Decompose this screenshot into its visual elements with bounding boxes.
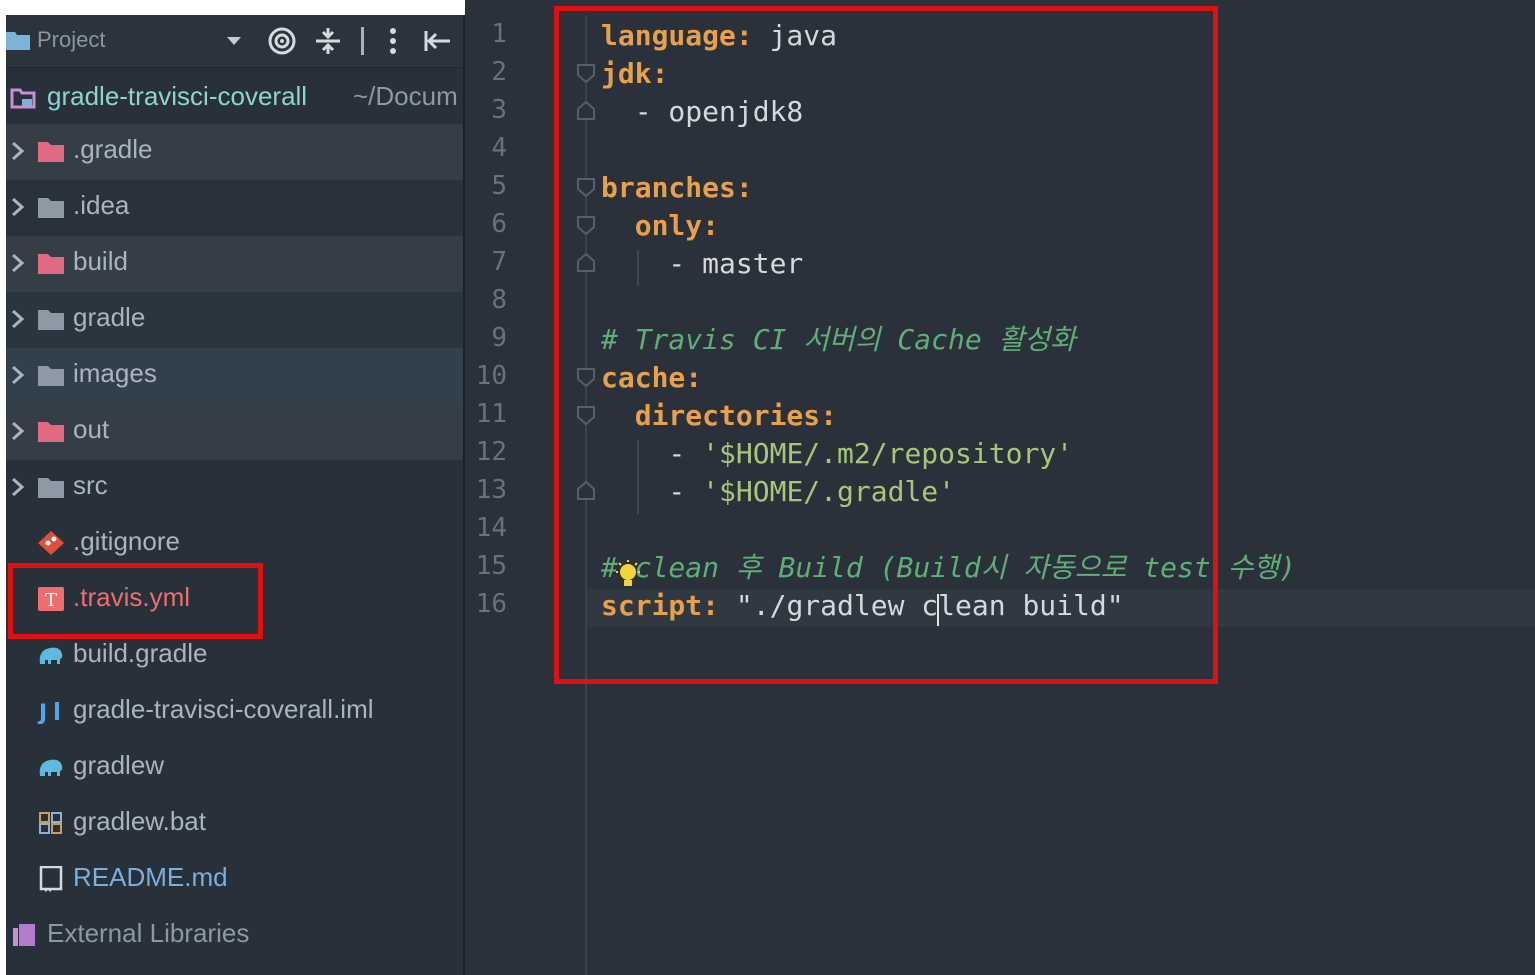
tree-item[interactable]: src (6, 460, 464, 516)
library-icon (11, 922, 39, 948)
fold-marker-icon[interactable] (575, 62, 597, 84)
folder-icon (37, 474, 65, 500)
tree-item[interactable]: .gradle (6, 124, 464, 180)
tree-item[interactable]: out (6, 404, 464, 460)
windows-script-icon (37, 810, 65, 836)
tree-item-label: src (73, 470, 108, 500)
project-root-row[interactable]: gradle-travisci-coverall ~/Docum (6, 70, 464, 122)
code-editor[interactable]: 1 2 3 4 5 6 7 8 9 10 11 12 13 14 15 16 language: java jd… (465, 0, 1535, 975)
line-number: 9 (491, 323, 507, 353)
chevron-right-icon[interactable] (10, 309, 26, 329)
project-root-path: ~/Docum (353, 81, 458, 111)
locate-target-icon[interactable] (267, 26, 297, 56)
tree-item-label: gradlew.bat (73, 806, 206, 836)
line-number: 11 (475, 399, 507, 429)
fold-marker-icon[interactable] (575, 366, 597, 388)
svg-text:J: J (37, 701, 47, 724)
chevron-right-icon[interactable] (10, 253, 26, 273)
tree-item[interactable]: External Libraries (6, 908, 438, 964)
tree-item-label: README.md (73, 862, 228, 892)
fold-marker-icon[interactable] (575, 480, 597, 502)
folder-icon (37, 306, 65, 332)
tree-item[interactable]: gradlew (6, 740, 464, 796)
tree-item-label: External Libraries (47, 918, 250, 948)
tree-item-label: build (73, 246, 128, 276)
tree-item-label: out (73, 414, 110, 444)
line-number: 1 (491, 19, 507, 49)
folder-icon (37, 362, 65, 388)
line-number: 5 (491, 171, 507, 201)
folder-red-icon (37, 418, 65, 444)
project-toolbar: Project (6, 15, 464, 68)
line-number: 4 (491, 133, 507, 163)
line-number: 12 (475, 437, 507, 467)
project-view-label[interactable]: Project (37, 27, 105, 53)
line-number: 16 (475, 589, 507, 619)
tree-item[interactable]: build (6, 236, 464, 292)
tree-item[interactable]: gradle (6, 292, 464, 348)
markdown-book-icon (37, 865, 65, 892)
line-number: 14 (475, 513, 507, 543)
collapse-all-icon[interactable] (314, 26, 342, 56)
chevron-down-icon[interactable] (226, 36, 242, 46)
highlight-box-code (554, 6, 1218, 684)
line-number: 10 (475, 361, 507, 391)
toolbar-separator (361, 27, 364, 55)
line-number: 6 (491, 209, 507, 239)
project-folder-icon (6, 32, 30, 50)
chevron-right-icon[interactable] (10, 421, 26, 441)
gradle-elephant-icon (37, 754, 65, 780)
tree-item-label: gradle (73, 302, 146, 332)
line-number: 3 (491, 95, 507, 125)
tree-item[interactable]: README.md (6, 852, 464, 908)
fold-marker-icon[interactable] (575, 176, 597, 198)
chevron-right-icon[interactable] (10, 197, 26, 217)
tree-item-label: gradle-travisci-coverall.iml (73, 694, 374, 724)
folder-icon (37, 194, 65, 220)
intellij-module-icon: J (37, 698, 65, 726)
fold-marker-icon[interactable] (575, 252, 597, 274)
fold-marker-icon[interactable] (575, 100, 597, 122)
tree-item[interactable]: gradlew.bat (6, 796, 464, 852)
git-icon (37, 530, 65, 556)
project-tool-window: Project gradle-travisci-coverall ~/Docum… (6, 15, 464, 975)
chevron-right-icon[interactable] (10, 477, 26, 497)
tree-item-label: .gradle (73, 134, 153, 164)
tree-item-label: .idea (73, 190, 130, 220)
highlight-box-travis-file (8, 563, 263, 639)
chevron-right-icon[interactable] (10, 365, 26, 385)
tree-item-label: images (73, 358, 157, 388)
fold-marker-icon[interactable] (575, 214, 597, 236)
tree-item-label: .gitignore (73, 526, 180, 556)
tree-item[interactable]: images (6, 348, 464, 404)
line-number: 15 (475, 551, 507, 581)
tree-item[interactable]: Jgradle-travisci-coverall.iml (6, 684, 464, 740)
tree-item[interactable]: .idea (6, 180, 464, 236)
more-options-icon[interactable] (388, 27, 398, 55)
hide-panel-icon[interactable] (424, 29, 452, 53)
folder-red-icon (37, 138, 65, 164)
tree-item-label: gradlew (73, 750, 165, 780)
line-number: 7 (491, 247, 507, 277)
gradle-elephant-icon (37, 642, 65, 668)
chevron-right-icon[interactable] (10, 141, 26, 161)
project-root-name: gradle-travisci-coverall (47, 81, 308, 111)
tree-item-label: build.gradle (73, 638, 208, 668)
line-number: 8 (491, 285, 507, 315)
line-number: 13 (475, 475, 507, 505)
folder-red-icon (37, 250, 65, 276)
line-number: 2 (491, 57, 507, 87)
module-folder-icon (10, 88, 36, 109)
fold-marker-icon[interactable] (575, 404, 597, 426)
